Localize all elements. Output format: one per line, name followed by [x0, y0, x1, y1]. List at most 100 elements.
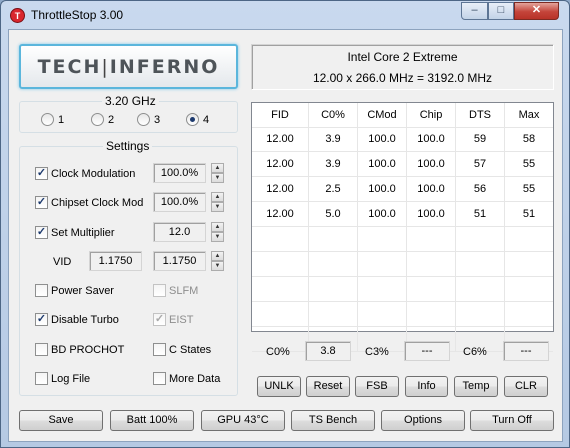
- spin-down-icon[interactable]: ▼: [211, 202, 224, 212]
- spin-down-icon[interactable]: ▼: [211, 232, 224, 242]
- table-cell: [407, 277, 456, 302]
- turn-off-button[interactable]: Turn Off: [470, 410, 554, 431]
- spin-up-icon[interactable]: ▲: [211, 222, 224, 232]
- table-cell: 5.0: [309, 202, 358, 227]
- checkbox-indicator: ✓: [35, 313, 48, 326]
- eist-checkbox[interactable]: ✓ EIST: [153, 313, 193, 326]
- clock-modulation-value[interactable]: 100.0%: [153, 163, 206, 183]
- c3-label: C3%: [365, 346, 389, 358]
- reset-button[interactable]: Reset: [306, 376, 350, 397]
- checkbox-indicator: ✓: [35, 196, 48, 209]
- info-button[interactable]: Info: [405, 376, 448, 397]
- set-multiplier-checkbox[interactable]: ✓ Set Multiplier: [35, 226, 115, 239]
- vid-target-value[interactable]: 1.1750: [153, 251, 206, 271]
- profile-radio-label: 3: [154, 113, 161, 126]
- table-cell: [309, 227, 358, 252]
- clock-modulation-checkbox[interactable]: ✓ Clock Modulation: [35, 167, 135, 180]
- close-button[interactable]: ✕: [514, 2, 559, 20]
- table-cell: [309, 252, 358, 277]
- c3-value: ---: [404, 341, 450, 361]
- core-data-table: FID C0% CMod Chip DTS Max 12.00 3.9 100.0 1…: [251, 102, 554, 352]
- chipset-clock-mod-checkbox[interactable]: ✓ Chipset Clock Mod: [35, 196, 143, 209]
- slfm-checkbox[interactable]: SLFM: [153, 284, 198, 297]
- title-bar[interactable]: T ThrottleStop 3.00 – □ ✕: [1, 1, 569, 29]
- column-header-cmod: CMod: [358, 103, 407, 127]
- options-button[interactable]: Options: [381, 410, 465, 431]
- table-cell: [505, 252, 553, 277]
- power-saver-checkbox[interactable]: Power Saver: [35, 284, 114, 297]
- checkbox-label: More Data: [169, 372, 221, 385]
- table-cell: [407, 252, 456, 277]
- table-row-empty: [252, 227, 553, 252]
- temp-button[interactable]: Temp: [454, 376, 498, 397]
- unlk-button[interactable]: UNLK: [257, 376, 301, 397]
- clock-modulation-spinner[interactable]: ▲ ▼: [211, 163, 224, 183]
- checkbox-label: EIST: [169, 313, 194, 326]
- bd-prochot-checkbox[interactable]: BD PROCHOT: [35, 343, 124, 356]
- table-cell: [456, 252, 505, 277]
- log-file-checkbox[interactable]: Log File: [35, 372, 90, 385]
- minimize-button[interactable]: –: [461, 2, 488, 20]
- spin-up-icon[interactable]: ▲: [211, 163, 224, 173]
- column-header-dts: DTS: [456, 103, 505, 127]
- table-cell: [309, 302, 358, 327]
- gpu-temp-button[interactable]: GPU 43°C: [201, 410, 285, 431]
- c6-label: C6%: [463, 346, 487, 358]
- profile-radio-label: 2: [108, 113, 115, 126]
- cpu-speed-label: 3.20 GHz: [102, 94, 159, 108]
- spin-down-icon[interactable]: ▼: [211, 173, 224, 183]
- logo-separator: |: [101, 56, 110, 78]
- disable-turbo-checkbox[interactable]: ✓ Disable Turbo: [35, 313, 119, 326]
- maximize-button[interactable]: □: [488, 2, 514, 20]
- vid-spinner[interactable]: ▲ ▼: [211, 251, 224, 271]
- more-data-checkbox[interactable]: More Data: [153, 372, 220, 385]
- set-multiplier-value[interactable]: 12.0: [153, 222, 206, 242]
- battery-button[interactable]: Batt 100%: [110, 410, 194, 431]
- checkbox-indicator: ✓: [35, 167, 48, 180]
- profile-radio-2[interactable]: 2: [91, 113, 114, 126]
- checkbox-indicator: [35, 343, 48, 356]
- table-cell: [456, 227, 505, 252]
- table-row: 12.00 5.0 100.0 100.0 51 51: [252, 202, 553, 227]
- column-header-chip: Chip: [407, 103, 456, 127]
- table-row-empty: [252, 252, 553, 277]
- table-cell: 2.5: [309, 177, 358, 202]
- c0-label: C0%: [266, 346, 290, 358]
- table-cell: 3.9: [309, 127, 358, 152]
- set-multiplier-spinner[interactable]: ▲ ▼: [211, 222, 224, 242]
- table-cell: 55: [522, 183, 536, 195]
- table-cell: 100.0: [358, 177, 407, 202]
- table-cell: 57: [456, 152, 505, 177]
- table-row: 12.00 3.9 100.0 100.0 57 55: [252, 152, 553, 177]
- chipset-clock-mod-spinner[interactable]: ▲ ▼: [211, 192, 224, 212]
- spin-up-icon[interactable]: ▲: [211, 251, 224, 261]
- profile-radio-1[interactable]: 1: [41, 113, 64, 126]
- table-cell: [309, 277, 358, 302]
- table-cell: [358, 277, 407, 302]
- profile-radio-3[interactable]: 3: [137, 113, 160, 126]
- spin-down-icon[interactable]: ▼: [211, 261, 224, 271]
- table-cell: [505, 227, 553, 252]
- checkbox-indicator: [153, 343, 166, 356]
- table-cell: 51: [456, 202, 505, 227]
- table-cell: 100.0: [407, 127, 456, 152]
- spin-up-icon[interactable]: ▲: [211, 192, 224, 202]
- table-cell: 56: [456, 177, 505, 202]
- fsb-button[interactable]: FSB: [355, 376, 399, 397]
- table-cell: [252, 277, 309, 302]
- c-states-checkbox[interactable]: C States: [153, 343, 211, 356]
- checkbox-indicator: ✓: [35, 226, 48, 239]
- table-cell: 12.00: [252, 152, 309, 177]
- table-cell: [456, 302, 505, 327]
- clr-button[interactable]: CLR: [504, 376, 548, 397]
- table-cell: 100.0: [358, 202, 407, 227]
- vid-label: VID: [53, 256, 72, 268]
- checkbox-label: Log File: [51, 372, 91, 385]
- ts-bench-button[interactable]: TS Bench: [291, 410, 375, 431]
- chipset-clock-mod-value[interactable]: 100.0%: [153, 192, 206, 212]
- throttlestop-app-icon[interactable]: T: [10, 8, 25, 23]
- profile-radio-4[interactable]: 4: [186, 113, 209, 126]
- save-button[interactable]: Save: [19, 410, 103, 431]
- checkbox-label: Clock Modulation: [51, 167, 136, 180]
- table-cell: [407, 302, 456, 327]
